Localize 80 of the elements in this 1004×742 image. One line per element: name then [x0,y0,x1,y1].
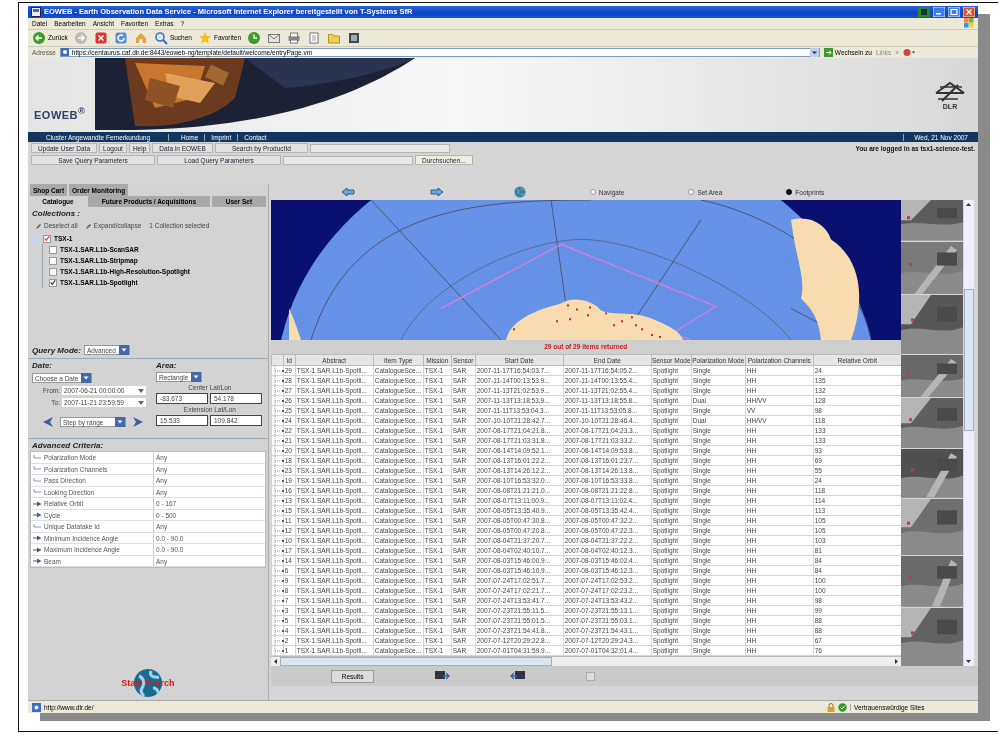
file-field[interactable] [283,155,413,165]
tree-line-icon [272,616,285,626]
tree-line-icon [272,436,285,446]
right-arrow-icon[interactable] [429,187,444,198]
tree-line-icon [272,536,285,546]
left-arrow-icon[interactable] [340,187,355,198]
tree-line-icon [272,386,285,396]
tree-line-icon [272,416,285,426]
caret-icon [138,400,144,405]
tree-line-icon [272,476,285,486]
scroll-up-icon[interactable] [965,201,973,209]
maximize-button[interactable] [948,6,960,17]
tree-line-icon [272,556,285,566]
section-title: Collections : [32,209,81,219]
caret-icon [138,388,144,393]
tree-line-icon [272,496,285,506]
globe-icon[interactable] [513,186,526,199]
tree-line-icon [272,626,285,636]
tree-line-icon [272,396,285,406]
tree-line-icon [272,546,285,556]
window-icon [31,6,41,17]
tree-line-icon [272,376,285,386]
minimize-button[interactable] [933,6,945,17]
checkbox[interactable] [49,278,57,287]
expand-arrow-icon[interactable] [33,558,42,564]
expand-arrow-icon[interactable] [33,546,42,553]
tree-line-icon [272,456,285,466]
checkbox[interactable] [49,245,57,254]
horizontal-scrollbar[interactable] [270,656,901,667]
tree-line-icon [272,516,285,526]
media-icon[interactable] [347,30,362,45]
clock-icon[interactable] [247,30,262,45]
page-icon [60,48,69,57]
tree-line-icon [272,506,285,516]
checkbox[interactable] [586,671,596,681]
tree-line-icon [272,466,285,476]
next-arrow-icon[interactable] [132,416,144,429]
tree-line-icon [272,406,285,416]
tree-line-icon [272,366,285,376]
document-icon[interactable] [307,30,322,45]
toolbar-extension-icon[interactable] [902,47,915,57]
expand-arrow-icon[interactable] [33,535,42,541]
refresh-icon[interactable] [113,30,128,45]
check-circle-icon [838,702,847,712]
section-title: Date: [32,361,52,371]
tree-line-icon [272,576,285,586]
tree-line-icon [272,596,285,606]
tree-line-icon [272,586,285,596]
tree-line-icon [272,446,285,456]
status-icon [918,6,930,17]
product-id-field[interactable] [309,143,450,153]
previous-arrow-icon[interactable] [42,416,54,429]
expand-arrow-icon[interactable] [33,500,42,507]
tree-line-icon [272,606,285,616]
vertical-scrollbar[interactable] [963,200,974,667]
stop-icon[interactable] [93,30,108,45]
lock-icon [827,702,835,712]
pencil-icon [36,222,42,229]
printer-icon[interactable] [287,30,302,45]
site-logo: EOWEB$^{®}$ [34,105,86,121]
checkbox[interactable] [49,256,57,265]
expand-arrow-icon[interactable] [33,512,42,518]
page-icon [32,702,41,712]
go-arrow-icon [823,47,833,57]
tree-line-icon [272,526,285,536]
tree-line-icon [272,636,285,646]
search-icon [153,30,168,45]
star-icon [197,30,212,45]
tree-line-icon [272,646,285,656]
windows-logo-icon [964,18,974,29]
checkbox[interactable] [43,234,51,243]
tree-line-icon [272,566,285,576]
tree-line-icon [272,486,285,496]
section-title: Advanced Criteria: [31,440,105,452]
pencil-icon [85,222,92,229]
tree-line-icon [272,426,285,436]
checkbox[interactable] [49,267,57,276]
query-mode-label: Query Mode: [32,345,81,355]
close-button[interactable] [963,6,975,17]
section-title: Area: [156,361,177,371]
